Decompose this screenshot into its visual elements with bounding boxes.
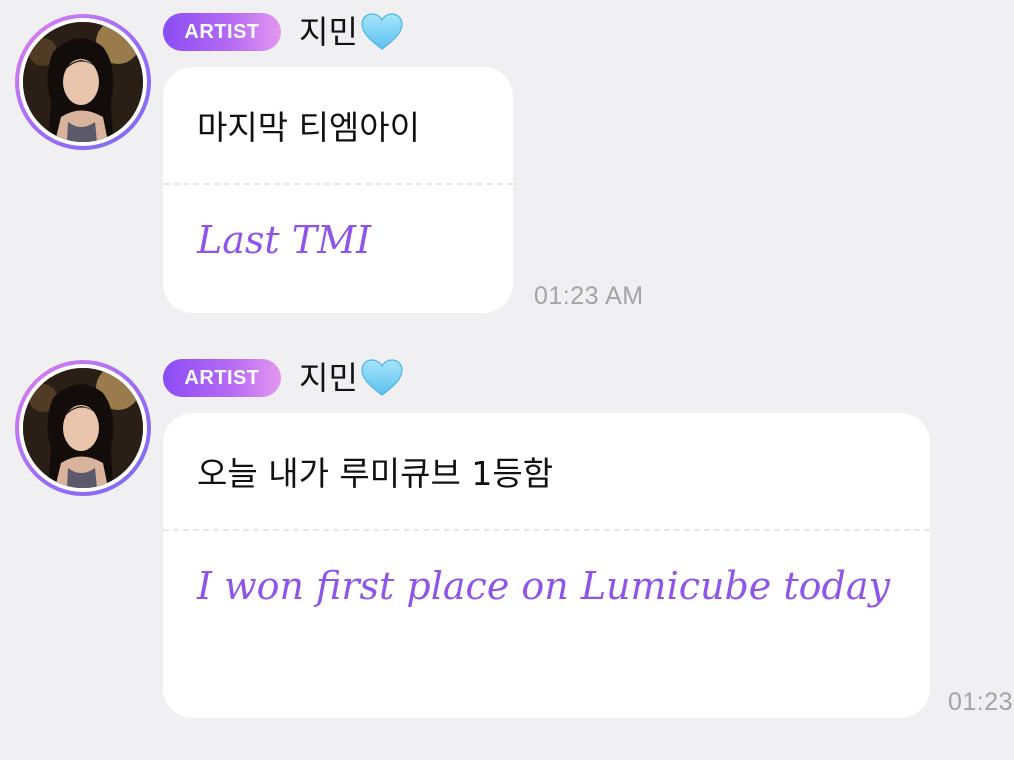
chat-message: ARTIST 지민 마지막 티엠아이 Last TMI 01:23 AM — [0, 0, 1014, 330]
sender-name-row: 지민 — [299, 12, 404, 52]
artist-avatar[interactable] — [15, 14, 151, 150]
avatar-photo — [23, 368, 143, 488]
message-bubble[interactable]: 오늘 내가 루미큐브 1등함 I won first place on Lumi… — [163, 413, 930, 718]
light-blue-heart-icon — [360, 358, 404, 398]
translation-text: Last TMI — [197, 218, 372, 262]
translation-text: I won first place on Lumicube today — [197, 564, 890, 608]
artist-badge: ARTIST — [163, 359, 281, 397]
artist-avatar[interactable] — [15, 360, 151, 496]
chat-message: ARTIST 지민 오늘 내가 루미큐브 1등함 I won first pla… — [0, 346, 1014, 760]
message-timestamp: 01:23 AM — [534, 282, 644, 310]
message-bubble[interactable]: 마지막 티엠아이 Last TMI — [163, 67, 513, 313]
chat-thread: ARTIST 지민 마지막 티엠아이 Last TMI 01:23 AM ART… — [0, 0, 1014, 760]
message-timestamp: 01:23 — [948, 688, 1014, 716]
sender-name: 지민 — [299, 13, 358, 51]
sender-name-row: 지민 — [299, 358, 404, 398]
avatar-photo — [23, 22, 143, 142]
original-text: 오늘 내가 루미큐브 1등함 — [197, 454, 554, 493]
light-blue-heart-icon — [360, 12, 404, 52]
sender-name: 지민 — [299, 359, 358, 397]
artist-badge: ARTIST — [163, 13, 281, 51]
original-text: 마지막 티엠아이 — [197, 108, 421, 147]
